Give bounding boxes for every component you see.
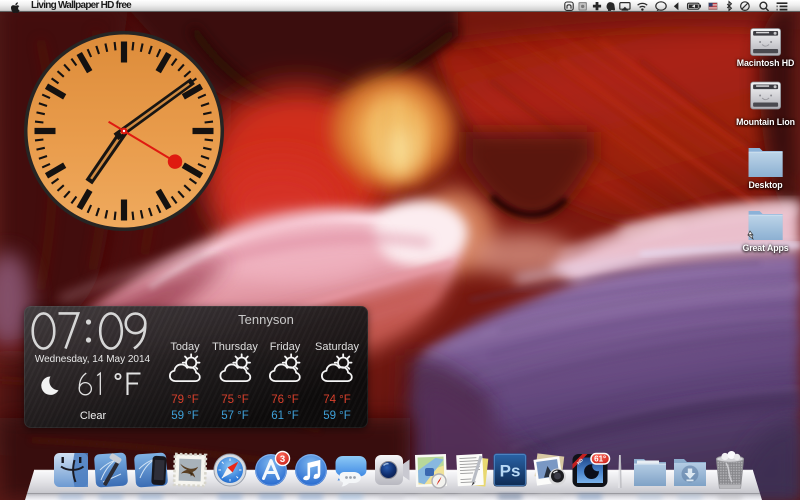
svg-text:3: 3 xyxy=(280,454,285,465)
svg-text:Ps: Ps xyxy=(500,462,521,481)
svg-text:61°: 61° xyxy=(594,455,606,464)
